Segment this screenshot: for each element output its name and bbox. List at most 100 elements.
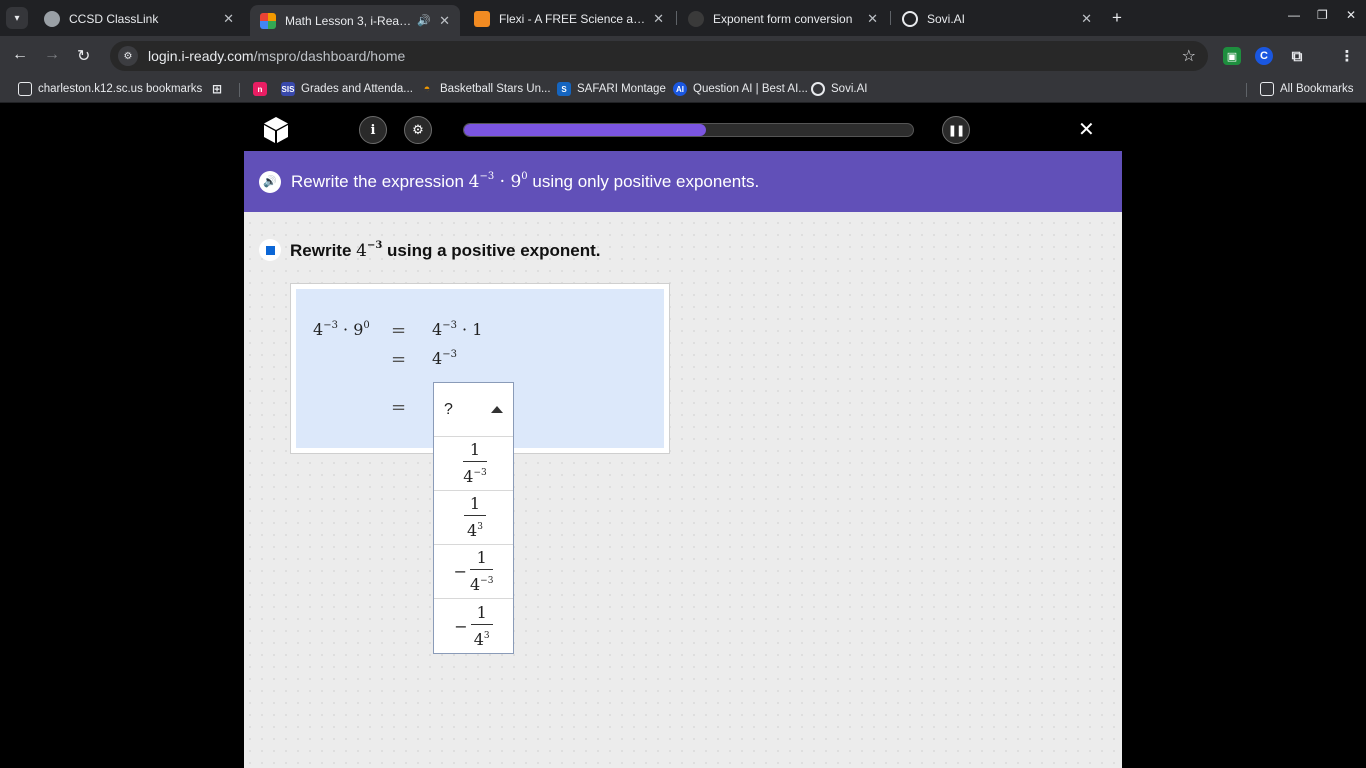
url-text[interactable]: login.i-ready.com/mspro/dashboard/home — [148, 48, 405, 64]
sovi-icon — [811, 82, 825, 96]
bookmark-basketball[interactable]: ◓ Basketball Stars Un... — [420, 82, 551, 96]
address-bar[interactable]: ⚙ login.i-ready.com/mspro/dashboard/home… — [110, 41, 1208, 71]
ai-badge-icon: AI — [673, 82, 687, 96]
bookmark-n[interactable]: n — [253, 82, 273, 96]
tab-search-button[interactable]: ▾ — [6, 7, 28, 29]
url-host: login.i-ready.com — [148, 48, 254, 64]
bookmark-label: Sovi.AI — [831, 83, 868, 95]
pause-button[interactable]: ❚❚ — [942, 116, 970, 144]
minimize-icon[interactable]: — — [1288, 8, 1300, 22]
question-banner: 🔊 Rewrite the expression 4−3 · 90 using … — [244, 151, 1122, 212]
iready-favicon-icon — [260, 12, 276, 29]
tab-title: CCSD ClassLink — [69, 11, 159, 26]
close-icon[interactable]: ✕ — [439, 13, 450, 29]
step-marker-icon — [259, 239, 281, 261]
lesson-header: i ⚙ ❚❚ ✕ — [244, 109, 1122, 151]
bookmark-safari-montage[interactable]: S SAFARI Montage — [557, 82, 666, 96]
back-arrow-icon[interactable]: ← — [12, 46, 28, 64]
dropdown-toggle[interactable]: ? — [434, 383, 513, 437]
step-2-expression: 4−3 — [432, 349, 457, 368]
bookmark-sovi-ai[interactable]: Sovi.AI — [811, 82, 867, 96]
tab-ccsd-classlink[interactable]: CCSD ClassLink ✕ — [34, 5, 244, 32]
tab-strip: ▾ CCSD ClassLink ✕ Math Lesson 3, i-Read… — [0, 0, 1366, 36]
all-bookmarks-folder[interactable]: All Bookmarks — [1260, 82, 1354, 96]
n-badge-icon: n — [253, 82, 267, 96]
basketball-icon: ◓ — [423, 83, 431, 95]
bookmark-label: Grades and Attenda... — [301, 83, 413, 95]
question-prompt: Rewrite the expression 4−3 · 90 using on… — [291, 171, 760, 192]
dropdown-option-1[interactable]: 1 4−3 — [434, 437, 513, 491]
step-1-expression: 4−3 · 1 — [432, 320, 483, 339]
dropdown-option-2[interactable]: 1 43 — [434, 491, 513, 545]
extensions-puzzle-icon[interactable]: ⧉ — [1288, 47, 1306, 65]
bookmark-label: SAFARI Montage — [577, 83, 666, 95]
classlink-favicon-icon — [44, 10, 60, 27]
close-icon[interactable]: ✕ — [223, 11, 234, 27]
tab-title: Flexi - A FREE Science and Mat — [499, 11, 646, 26]
url-path: /mspro/dashboard/home — [253, 48, 406, 64]
lhs-expression: 4−3 · 90 — [313, 320, 370, 339]
bookmark-label: All Bookmarks — [1280, 83, 1354, 95]
speaker-icon[interactable]: 🔊 — [417, 14, 431, 27]
dropdown-option-3[interactable]: − 1 4−3 — [434, 545, 513, 599]
tab-sovi-ai[interactable]: Sovi.AI ✕ — [892, 5, 1102, 32]
read-aloud-speaker-icon[interactable]: 🔊 — [259, 170, 281, 193]
iready-cube-logo-icon — [264, 117, 288, 143]
reload-icon[interactable]: ↻ — [77, 46, 90, 66]
dropdown-option-4[interactable]: − 1 43 — [434, 599, 513, 653]
sub-question: Rewrite 4−3 using a positive exponent. — [259, 239, 601, 261]
bookmark-star-icon[interactable]: ☆ — [1182, 46, 1196, 66]
equals-sign: = — [391, 349, 407, 370]
restore-icon[interactable]: ❐ — [1317, 8, 1328, 22]
bookmark-grades[interactable]: SIS Grades and Attenda... — [281, 82, 413, 96]
bookmark-label: charleston.k12.sc.us bookmarks — [38, 83, 203, 95]
chevron-down-icon: ▾ — [14, 12, 20, 24]
tab-flexi[interactable]: Flexi - A FREE Science and Mat ✕ — [464, 5, 674, 32]
caret-up-icon — [491, 406, 503, 413]
folder-icon — [18, 82, 32, 96]
equals-sign: = — [391, 397, 407, 418]
close-icon[interactable]: ✕ — [1081, 11, 1092, 27]
bookmark-question-ai[interactable]: AI Question AI | Best AI... — [673, 82, 808, 96]
site-info-icon[interactable]: ⚙ — [118, 46, 138, 66]
close-icon[interactable]: ✕ — [867, 11, 878, 27]
info-button[interactable]: i — [359, 116, 387, 144]
settings-button[interactable]: ⚙ — [404, 116, 432, 144]
sis-badge-icon: SIS — [281, 82, 295, 96]
tab-title: Math Lesson 3, i-Ready — [285, 13, 412, 28]
lesson-app: i ⚙ ❚❚ ✕ 🔊 Rewrite the expression 4−3 · … — [244, 109, 1122, 768]
kebab-menu-icon[interactable]: ⋮ — [1338, 47, 1356, 65]
bookmark-folder-charleston[interactable]: charleston.k12.sc.us bookmarks — [18, 82, 202, 96]
bookmark-label: Question AI | Best AI... — [693, 83, 808, 95]
info-icon: i — [370, 122, 376, 138]
tab-exponent-form[interactable]: Exponent form conversion ✕ — [678, 5, 888, 32]
bookmarks-bar: charleston.k12.sc.us bookmarks ⊞ n SIS Gr… — [0, 76, 1366, 103]
bookmark-label: Basketball Stars Un... — [440, 83, 551, 95]
folder-icon — [1260, 82, 1274, 96]
gear-icon: ⚙ — [412, 122, 424, 137]
flexi-favicon-icon — [474, 10, 490, 27]
safari-montage-icon: S — [557, 82, 571, 96]
close-lesson-icon[interactable]: ✕ — [1078, 117, 1095, 142]
c-extension-icon[interactable]: C — [1255, 47, 1273, 65]
chatgpt-favicon-icon — [688, 10, 704, 27]
apps-grid-icon: ⊞ — [211, 82, 223, 96]
tab-title: Exponent form conversion — [713, 11, 853, 26]
lesson-progress-bar — [463, 123, 914, 137]
new-tab-plus-icon[interactable]: + — [1112, 8, 1122, 28]
equals-sign: = — [391, 320, 407, 341]
browser-toolbar: ← → ↻ ⚙ login.i-ready.com/mspro/dashboar… — [0, 36, 1366, 76]
close-window-icon[interactable]: ✕ — [1346, 8, 1356, 22]
sub-question-text: Rewrite 4−3 using a positive exponent. — [290, 239, 601, 261]
close-icon[interactable]: ✕ — [653, 11, 664, 27]
answer-dropdown[interactable]: ? 1 4−3 1 43 − 1 4−3 − 1 43 — [433, 382, 514, 654]
tab-math-lesson[interactable]: Math Lesson 3, i-Ready 🔊 ✕ — [250, 5, 460, 36]
sovi-favicon-icon — [902, 10, 918, 27]
pause-icon: ❚❚ — [947, 124, 965, 137]
forward-arrow-icon[interactable]: → — [44, 46, 60, 64]
lesson-progress-fill — [464, 124, 707, 136]
apps-grid-button[interactable]: ⊞ — [210, 82, 230, 96]
dropdown-selected-value: ? — [444, 400, 453, 418]
tab-title: Sovi.AI — [927, 11, 966, 26]
screencast-extension-icon[interactable]: ▣ — [1223, 47, 1241, 65]
